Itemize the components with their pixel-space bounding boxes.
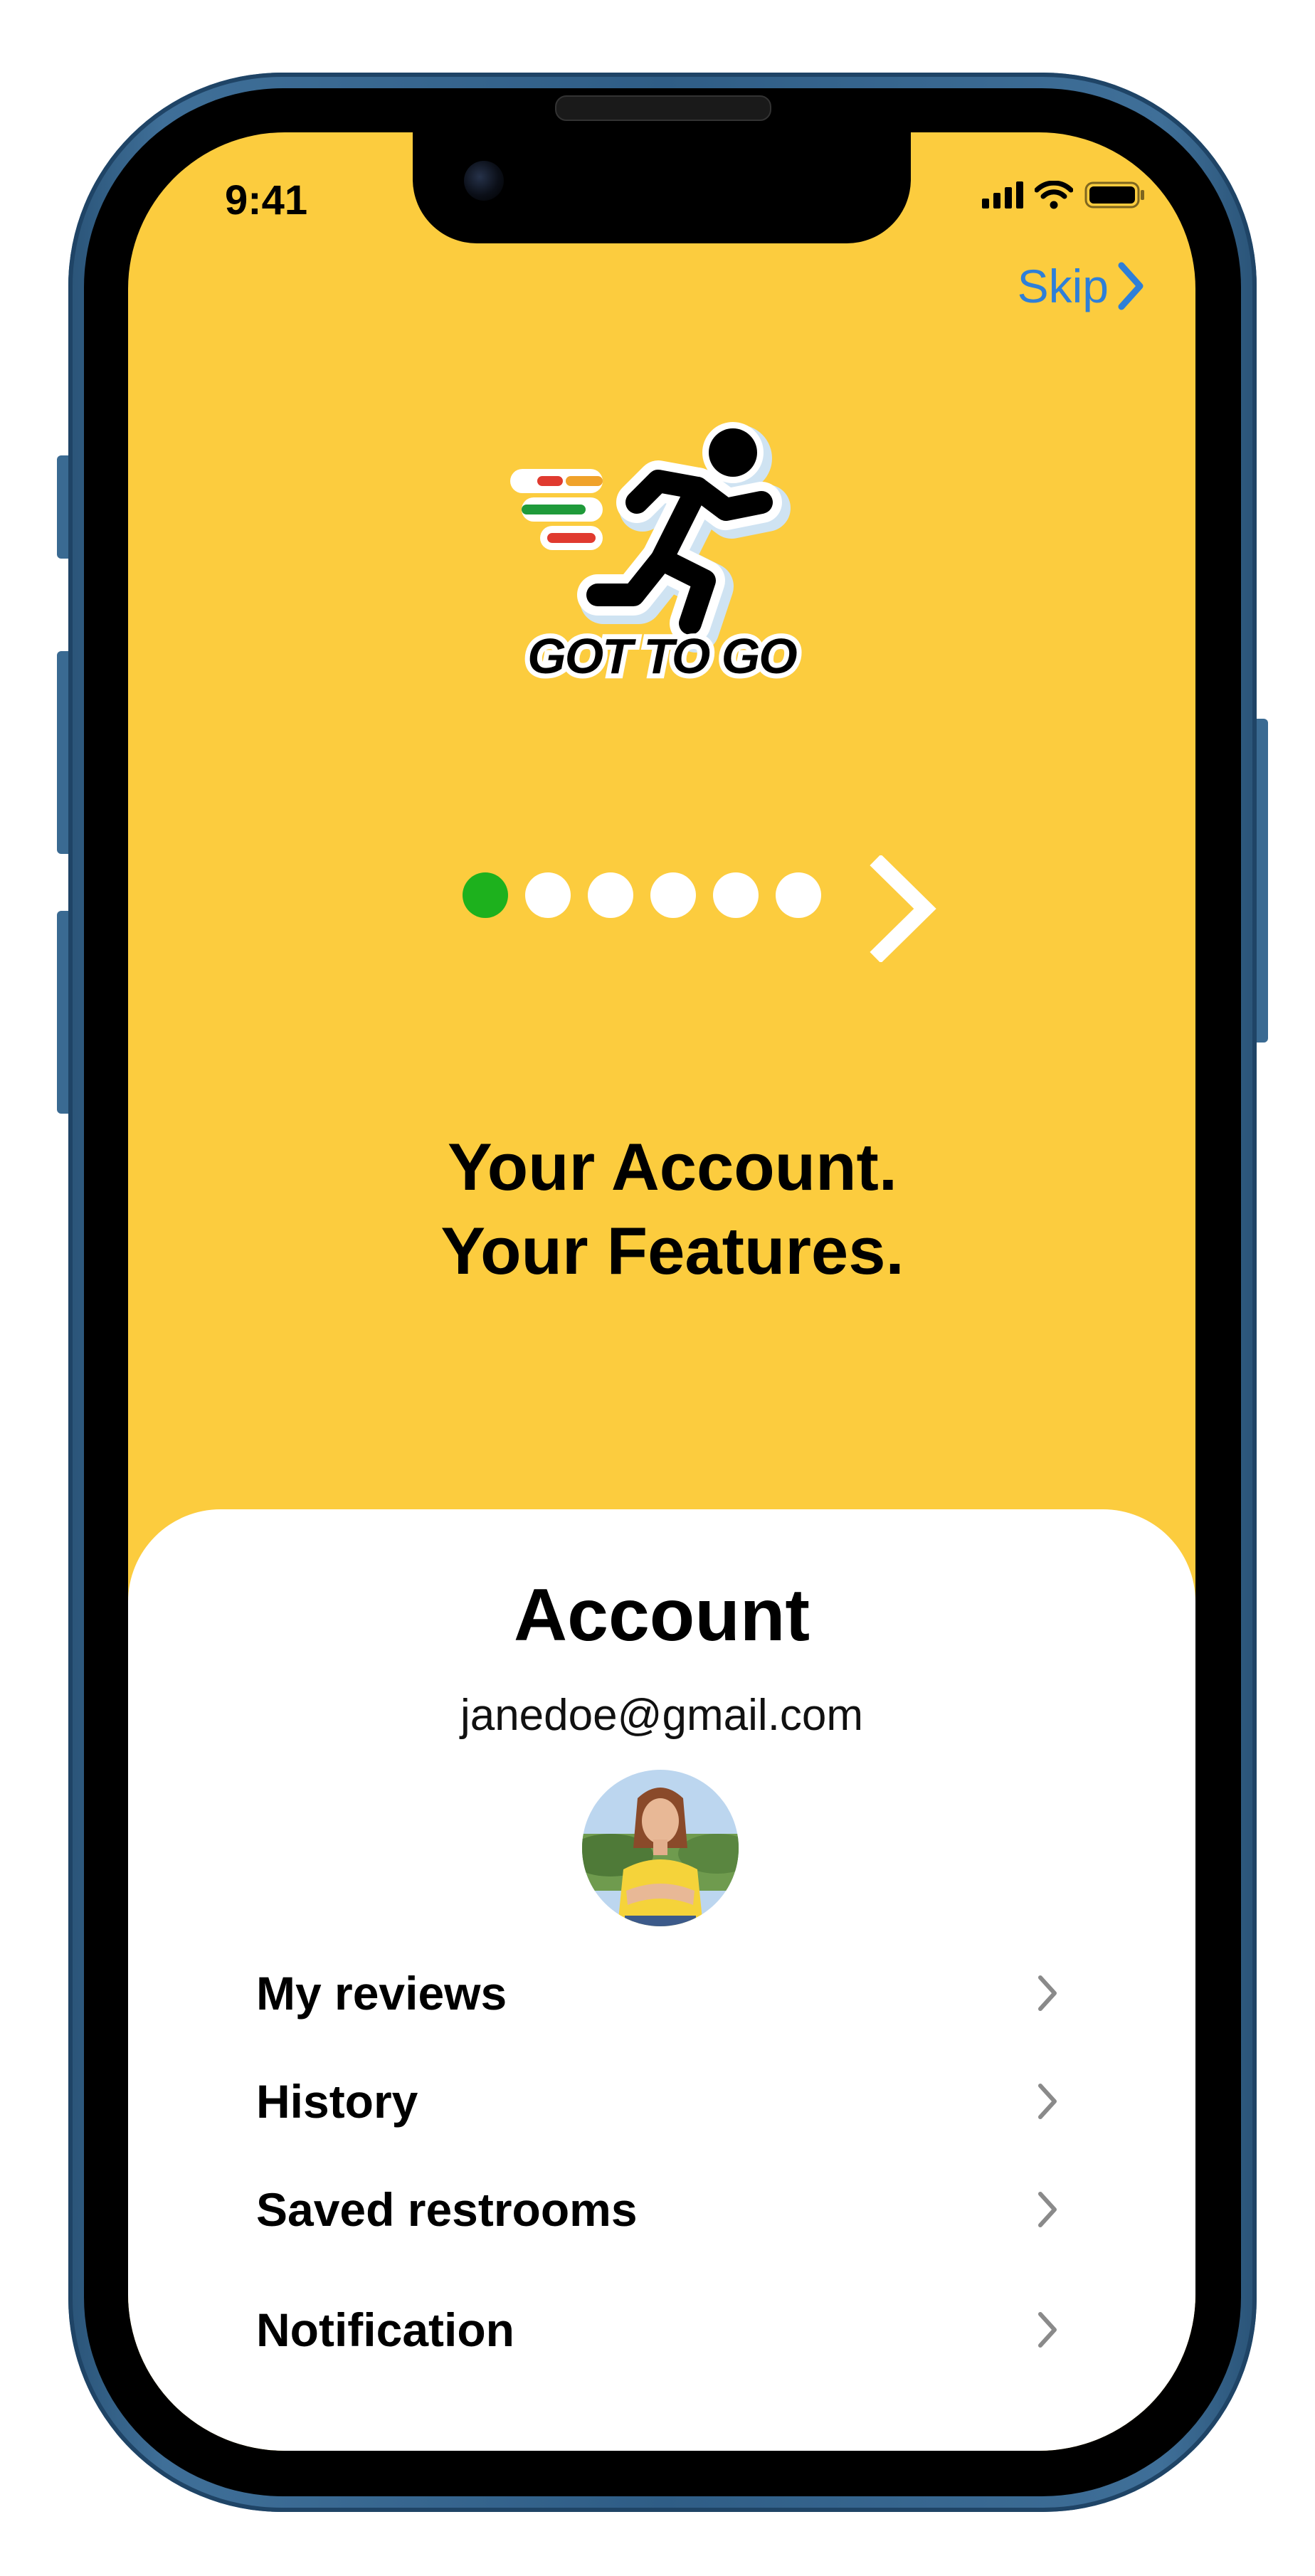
onboarding-headline: Your Account. Your Features.: [128, 1125, 1195, 1293]
account-email: janedoe@gmail.com: [460, 1691, 864, 1740]
pager-dot-6[interactable]: [776, 872, 821, 918]
status-icons: [982, 181, 1146, 209]
chevron-right-icon: [1118, 262, 1144, 310]
next-page-button[interactable]: [868, 854, 939, 966]
stage: 9:41 Skip GOT TO GO Your Account. Your F…: [0, 0, 1315, 2576]
avatar[interactable]: [582, 1770, 739, 1926]
pager-dot-2[interactable]: [525, 872, 571, 918]
headline-line-1: Your Account.: [448, 1129, 897, 1204]
menu-item-label: History: [256, 2075, 418, 2128]
chevron-right-icon: [1038, 2192, 1057, 2227]
chevron-right-icon: [1038, 2312, 1057, 2348]
status-time: 9:41: [225, 177, 308, 223]
menu-item-label: Saved restrooms: [256, 2183, 638, 2236]
menu-item-label: Notification: [256, 2303, 514, 2356]
pager-dot-5[interactable]: [713, 872, 759, 918]
pager-dot-1[interactable]: [463, 872, 508, 918]
screen: 9:41 Skip GOT TO GO Your Account. Your F…: [128, 132, 1195, 2451]
app-logo: GOT TO GO: [484, 403, 840, 689]
pager-dot-3[interactable]: [588, 872, 633, 918]
account-title: Account: [514, 1574, 810, 1657]
wifi-icon: [1035, 181, 1073, 209]
next-arrow-icon: [870, 854, 936, 964]
notch: [413, 132, 911, 243]
menu-item-saved-restrooms[interactable]: Saved restrooms: [256, 2174, 1060, 2245]
earpiece-speaker: [555, 95, 771, 121]
pager-dot-4[interactable]: [650, 872, 696, 918]
battery-icon: [1084, 181, 1146, 209]
menu-item-label: My reviews: [256, 1967, 507, 2020]
skip-button[interactable]: Skip: [1018, 259, 1146, 313]
chevron-right-icon: [1038, 2084, 1057, 2119]
running-man-logo: GOT TO GO: [510, 422, 803, 689]
signal-icon: [982, 181, 1023, 208]
headline-line-2: Your Features.: [440, 1213, 904, 1288]
logo-wordmark: GOT TO GO: [527, 628, 797, 684]
menu-item-history[interactable]: History: [256, 2066, 1060, 2137]
menu-item-my-reviews[interactable]: My reviews: [256, 1958, 1060, 2029]
onboarding-pager: [463, 872, 838, 918]
chevron-right-icon: [1038, 1975, 1057, 2011]
front-camera: [464, 161, 504, 201]
skip-label: Skip: [1017, 260, 1109, 312]
menu-item-notification[interactable]: Notification: [256, 2294, 1060, 2365]
account-card: Account janedoe@gmail.com My reviews His…: [128, 1509, 1195, 2451]
